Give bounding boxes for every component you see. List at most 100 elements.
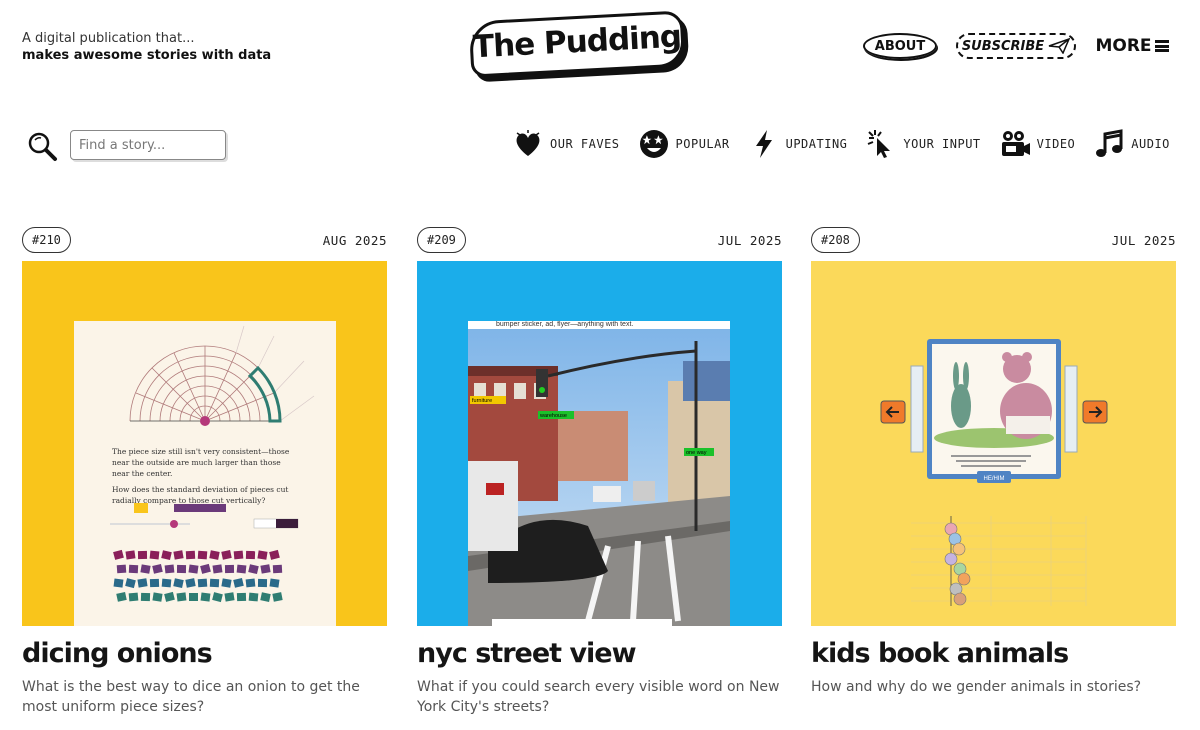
onion-piece [200, 592, 211, 602]
street-tag-warehouse: warehouse [539, 413, 567, 419]
story-description: What if you could search every visible w… [417, 679, 780, 715]
onion-piece [164, 564, 175, 574]
onion-piece [272, 592, 283, 602]
filter-label: VIDEO [1036, 137, 1076, 151]
story-card[interactable]: #209 JUL 2025 furniture warehouse one wa… [417, 225, 782, 717]
filter-our-faves[interactable]: OUR FAVES [512, 128, 620, 160]
tagline-line-2: makes awesome stories with data [22, 48, 272, 63]
video-camera-icon [1001, 131, 1030, 156]
animal-marker [953, 592, 967, 606]
story-date: JUL 2025 [1111, 232, 1176, 248]
onion-piece [173, 578, 184, 588]
story-title[interactable]: kids book animals [811, 638, 1176, 669]
story-number-badge: #208 [811, 227, 860, 253]
onion-piece [197, 550, 208, 560]
story-title[interactable]: nyc street view [417, 638, 782, 669]
onion-piece [257, 550, 268, 560]
onion-piece [140, 564, 151, 574]
street-tag-furniture: furniture [472, 398, 492, 404]
story-description: How and why do we gender animals in stor… [811, 679, 1142, 695]
kids-book-screenshot: HE/HIM [880, 339, 1108, 606]
onion-piece [161, 550, 172, 561]
onion-text-1: The piece size still isn't very consiste… [112, 447, 290, 478]
onion-piece [233, 577, 244, 588]
onion-piece [188, 564, 199, 574]
onion-piece [113, 549, 124, 560]
more-label: MORE [1095, 36, 1152, 56]
about-link[interactable]: ABOUT [863, 33, 937, 59]
tagline-line-1: A digital publication that... [22, 31, 195, 46]
onion-piece [209, 578, 220, 588]
heart-icon [516, 130, 540, 156]
filter-label: OUR FAVES [550, 137, 620, 151]
onion-piece [248, 592, 259, 602]
story-date: JUL 2025 [717, 232, 782, 248]
onion-piece [221, 578, 232, 588]
filter-label: POPULAR [675, 137, 730, 151]
search-input[interactable] [70, 130, 226, 160]
story-thumbnail[interactable]: The piece size still isn't very consiste… [22, 261, 387, 626]
search-icon[interactable] [26, 130, 58, 162]
onion-piece [200, 563, 211, 574]
star-eyes-face-icon [639, 130, 668, 158]
onion-piece [245, 578, 256, 588]
onion-piece [152, 563, 163, 574]
onion-piece [245, 550, 256, 560]
story-thumbnail[interactable]: HE/HIM [811, 261, 1176, 626]
filter-popular[interactable]: POPULAR [638, 128, 730, 160]
onion-piece [185, 550, 196, 560]
street-scene-illustration: furniture warehouse one way bumper stick… [468, 321, 730, 626]
onion-piece [212, 592, 223, 603]
gender-toggle-label: HE/HIM [984, 476, 1005, 482]
story-number-badge: #210 [22, 227, 71, 253]
site-logo[interactable]: The Pudding [468, 10, 686, 78]
filter-your-input[interactable]: YOUR INPUT [865, 128, 980, 160]
filter-label: AUDIO [1131, 137, 1170, 151]
story-date: AUG 2025 [322, 232, 387, 248]
onion-piece [224, 592, 235, 602]
filter-updating[interactable]: UPDATING [748, 128, 848, 160]
story-thumbnail[interactable]: furniture warehouse one way bumper stick… [417, 261, 782, 626]
story-card[interactable]: #210 AUG 2025 The piece size still isn't… [22, 225, 387, 717]
onion-piece [149, 578, 160, 588]
onion-piece [209, 550, 220, 560]
onion-piece [161, 578, 172, 588]
onion-piece [176, 592, 187, 602]
onion-piece [128, 592, 139, 602]
more-menu-button[interactable]: MORE [1095, 33, 1169, 59]
onion-piece [260, 564, 271, 574]
story-filters: OUR FAVES POPULAR UPDATING YOUR INPUT VI… [512, 128, 1170, 160]
subscribe-link[interactable]: SUBSCRIBE [956, 33, 1076, 59]
onion-piece [233, 550, 244, 560]
onion-piece [164, 591, 175, 602]
street-caption: bumper sticker, ad, flyer—anything with … [496, 321, 633, 328]
filter-audio[interactable]: AUDIO [1093, 128, 1170, 160]
onion-piece [140, 592, 151, 602]
story-title[interactable]: dicing onions [22, 638, 387, 669]
music-notes-icon [1096, 129, 1123, 157]
street-view-screenshot: furniture warehouse one way bumper stick… [468, 321, 730, 626]
onion-piece [236, 564, 247, 574]
onion-piece [149, 550, 160, 560]
onion-piece [125, 550, 136, 560]
onion-piece [212, 564, 223, 574]
onion-piece [269, 549, 280, 560]
onion-piece [116, 564, 127, 574]
filter-video[interactable]: VIDEO [999, 128, 1076, 160]
story-description: What is the best way to dice an onion to… [22, 679, 360, 715]
onion-cut-diagram [129, 325, 315, 426]
onion-piece [197, 578, 208, 588]
onion-piece [269, 578, 280, 588]
story-card[interactable]: #208 JUL 2025 HE/HIM kids book animals H… [811, 225, 1176, 697]
subscribe-label: SUBSCRIBE [961, 38, 1045, 54]
onion-piece [189, 593, 198, 601]
onion-piece [248, 564, 259, 575]
onion-piece [173, 550, 184, 560]
onion-piece [137, 578, 148, 588]
cursor-click-icon [868, 130, 891, 158]
onion-piece [272, 564, 283, 574]
onion-piece [125, 578, 136, 589]
hamburger-icon [1154, 40, 1169, 52]
onion-piece [137, 550, 148, 560]
onion-piece [185, 578, 196, 588]
